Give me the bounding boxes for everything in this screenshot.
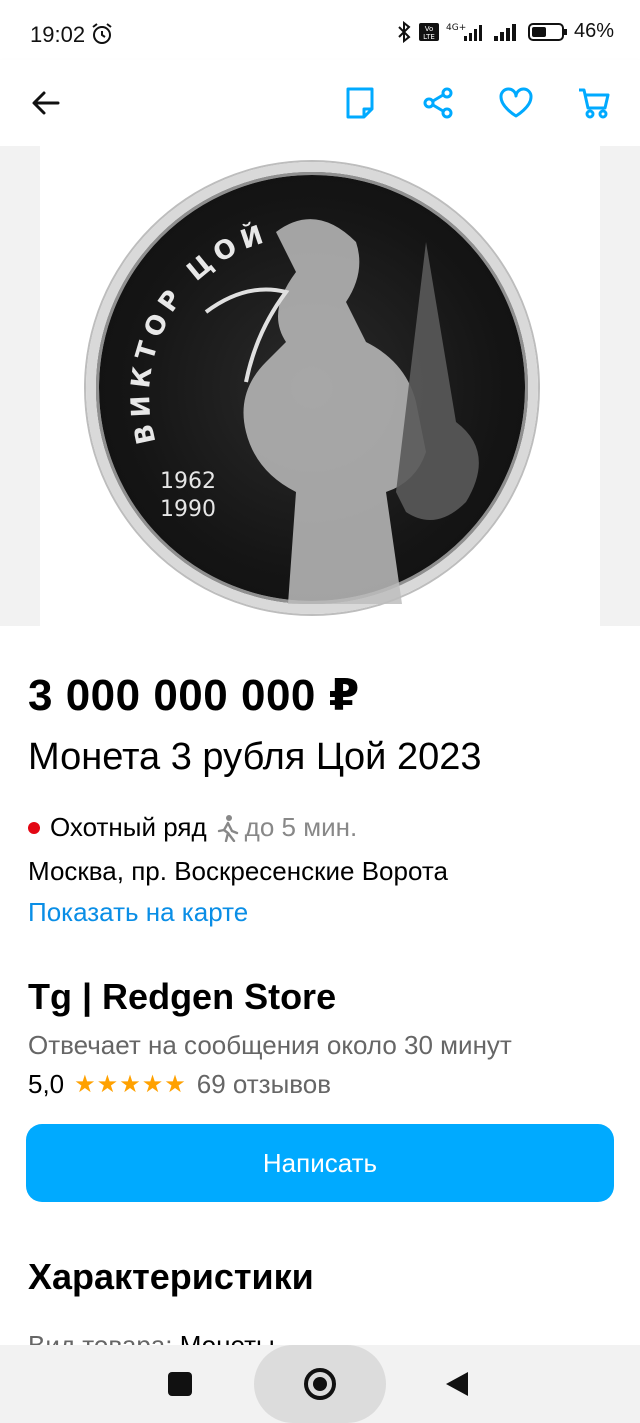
metro-station: Охотный ряд [50,812,207,842]
listing-title: Монета 3 рубля Цой 2023 [28,736,482,778]
back-arrow-icon [32,91,60,115]
signal-icon [493,23,516,41]
bluetooth-icon [398,20,411,43]
battery-icon [527,22,567,41]
metro-info: Охотный ряд до 5 мин. [28,812,357,843]
favorite-button[interactable] [494,81,538,125]
show-on-map-link[interactable]: Показать на карте [28,897,248,928]
address: Москва, пр. Воскресенские Ворота [28,856,448,886]
price: 3 000 000 000 ₽ [28,671,360,720]
back-nav-button[interactable] [446,1372,468,1396]
coin-relief: ВИКТОР ЦОЙ [126,217,479,604]
4g-signal-icon: 4G+ [446,23,482,41]
share-button[interactable] [416,81,460,125]
svg-text:Vo: Vo [425,25,434,33]
metro-line-dot [28,821,40,834]
avito-watermark: Avito [456,576,530,609]
characteristics-title: Характеристики [28,1256,314,1297]
alarm-icon [92,23,112,44]
status-icons: Vo LTE 4G+ 46% [396,20,614,43]
cart-icon [579,88,610,119]
volte-icon: Vo LTE [418,22,439,41]
favorite-heart-icon [499,87,533,118]
home-dot-icon [313,1377,327,1391]
status-time: 19:02 [30,22,86,47]
cart-button[interactable] [572,81,616,125]
svg-text:4G+: 4G+ [446,23,466,33]
walk-time: до 5 мин. [244,812,358,842]
write-message-button[interactable]: Написать [26,1124,614,1202]
status-bar: 19:02 Vo LTE 4G+ 46% [0,0,640,60]
back-button[interactable] [24,81,68,125]
seller-rating[interactable]: 5,0 ★★★★★ 69 отзывов [28,1069,331,1100]
seller-reply-time: Отвечает на сообщения около 30 минут [28,1030,512,1060]
system-nav-bar [0,1345,640,1423]
svg-text:LTE: LTE [423,33,435,41]
note-icon [346,87,374,119]
recents-button[interactable] [168,1372,192,1396]
top-toolbar [0,60,640,146]
rating-value: 5,0 [28,1069,65,1099]
coin-years: 1962 1990 [160,469,216,522]
reviews-count: 69 отзывов [196,1069,332,1099]
walking-icon [217,814,238,842]
write-message-label: Написать [262,1147,378,1178]
note-button[interactable] [338,81,382,125]
share-icon [423,87,453,119]
seller-name[interactable]: Tg | Redgen Store [28,976,336,1018]
rating-stars-icon: ★★★★★ [74,1071,187,1098]
battery-percent: 46% [573,20,614,42]
